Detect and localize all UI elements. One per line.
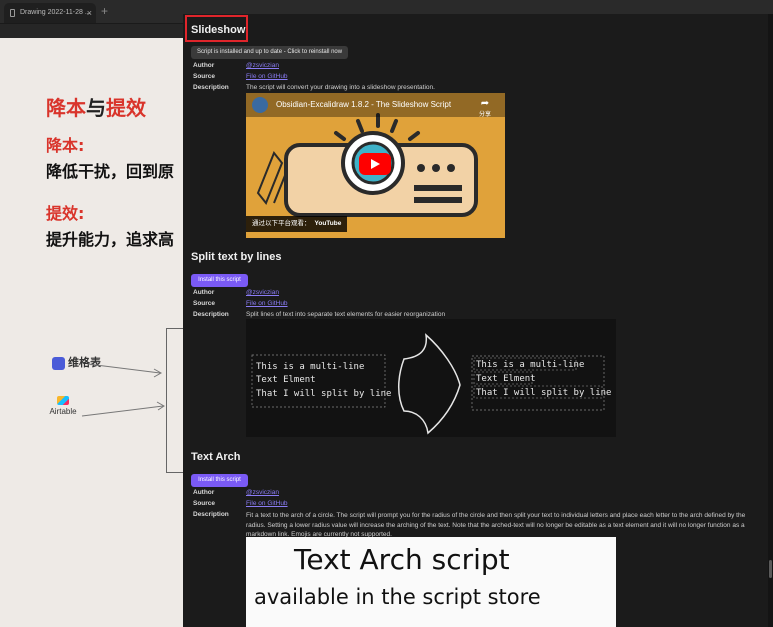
drawing-arrows xyxy=(81,363,165,417)
drawing-canvas[interactable]: 降本与提效 降本: 降低干扰，回到原 提效: 提升能力，追求高 维格表 Airt… xyxy=(0,38,200,627)
author-label: Author xyxy=(193,62,215,69)
script-store-panel[interactable]: Slideshow Script is installed and up to … xyxy=(183,14,768,627)
description-text: The script will convert your drawing int… xyxy=(246,84,435,91)
split-text-demo: This is a multi-line Text Elment That I … xyxy=(251,333,611,435)
source-link[interactable]: File on GitHub xyxy=(246,500,288,507)
source-label: Source xyxy=(193,73,216,80)
description-label: Description xyxy=(193,511,229,518)
install-split-text-button[interactable]: Install this script xyxy=(191,274,248,287)
share-button[interactable]: ➦ 分享 xyxy=(479,98,491,118)
tab-drawing[interactable]: Drawing 2022-11-28 ... × xyxy=(4,3,96,23)
demo-left-line-2: Text Elment xyxy=(256,375,316,385)
description-label: Description xyxy=(193,84,229,91)
demo-right-line-3: That I will split by line xyxy=(476,388,611,398)
new-tab-button[interactable]: + xyxy=(101,4,108,18)
script-title-split-text: Split text by lines xyxy=(191,251,282,263)
text-arch-demo-line-1: Text Arch script xyxy=(294,543,510,576)
description-text: Fit a text to the arch of a circle. The … xyxy=(246,512,746,538)
author-label: Author xyxy=(193,289,215,296)
source-label: Source xyxy=(193,500,216,507)
text-arch-demo-line-2: available in the script store xyxy=(254,585,541,609)
author-link[interactable]: @zsviczian xyxy=(246,289,279,296)
text-arch-demo-image: Text Arch script available in the script… xyxy=(246,537,616,627)
install-text-arch-button[interactable]: Install this script xyxy=(191,474,248,487)
channel-avatar[interactable] xyxy=(252,97,268,113)
scrollbar-track[interactable] xyxy=(768,14,773,627)
author-link[interactable]: @zsviczian xyxy=(246,62,279,69)
video-title[interactable]: Obsidian-Excalidraw 1.8.2 - The Slidesho… xyxy=(246,93,505,117)
script-title-slideshow: Slideshow xyxy=(191,24,246,36)
script-title-text-arch: Text Arch xyxy=(191,451,241,463)
close-icon[interactable]: × xyxy=(87,3,92,23)
play-button[interactable] xyxy=(359,153,391,175)
split-text-demo-image: This is a multi-line Text Elment That I … xyxy=(246,319,616,437)
author-label: Author xyxy=(193,489,215,496)
watch-on-youtube[interactable]: 通过以下平台观看： YouTube xyxy=(246,216,348,232)
video-embed[interactable]: Obsidian-Excalidraw 1.8.2 - The Slidesho… xyxy=(246,93,505,238)
demo-right-line-1: This is a multi-line xyxy=(476,360,584,370)
description-label: Description xyxy=(193,311,229,318)
youtube-logo: YouTube xyxy=(314,220,342,227)
reinstall-button[interactable]: Script is installed and up to date - Cli… xyxy=(191,46,349,59)
document-icon xyxy=(10,9,15,17)
tab-label: Drawing 2022-11-28 ... xyxy=(20,9,91,16)
source-link[interactable]: File on GitHub xyxy=(246,73,288,80)
demo-left-line-3: That I will split by line xyxy=(256,389,391,399)
demo-left-line-1: This is a multi-line xyxy=(256,362,364,372)
demo-right-line-2: Text Elment xyxy=(476,374,536,384)
description-text: Split lines of text into separate text e… xyxy=(246,311,446,318)
share-icon: ➦ xyxy=(480,98,490,109)
source-label: Source xyxy=(193,300,216,307)
source-link[interactable]: File on GitHub xyxy=(246,300,288,307)
scrollbar-thumb[interactable] xyxy=(769,560,772,578)
author-link[interactable]: @zsviczian xyxy=(246,489,279,496)
